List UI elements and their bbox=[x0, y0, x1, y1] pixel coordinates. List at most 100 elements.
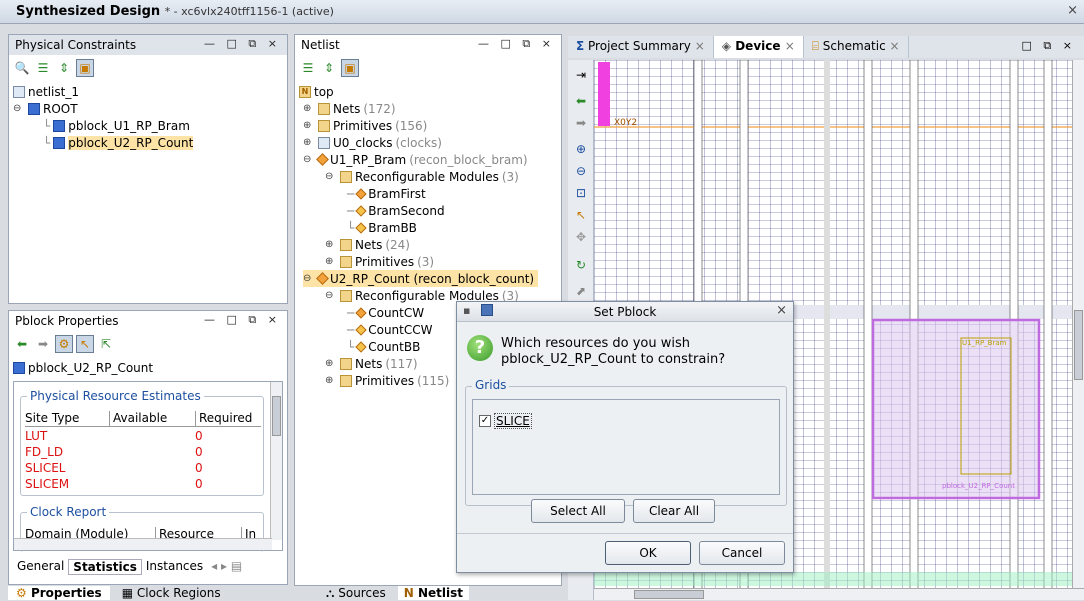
tab-sources[interactable]: ⛬ Sources bbox=[320, 586, 392, 600]
device-icon: ◈ bbox=[721, 39, 732, 53]
show-hierarchy-icon[interactable]: ▣ bbox=[76, 59, 94, 77]
zoom-fit-icon[interactable]: ⊡ bbox=[572, 184, 590, 202]
collapse-all-icon[interactable]: ☰ bbox=[34, 59, 52, 77]
tab-statistics[interactable]: Statistics bbox=[68, 559, 142, 575]
forward-icon[interactable]: ➡ bbox=[34, 335, 52, 353]
list-item[interactable]: ⊕ Primitives (156) bbox=[303, 117, 427, 134]
select-icon[interactable]: ↖ bbox=[76, 335, 94, 353]
list-item[interactable]: └ BramBB bbox=[347, 219, 417, 236]
vertical-scrollbar[interactable] bbox=[1072, 60, 1084, 588]
back-icon[interactable]: ⬅ bbox=[13, 335, 31, 353]
list-item[interactable]: ─ CountCCW bbox=[347, 321, 433, 338]
pblock-label: U1_RP_Bram bbox=[962, 339, 1007, 347]
horizontal-scrollbar[interactable] bbox=[14, 538, 272, 550]
fit-icon[interactable]: ⇥ bbox=[572, 66, 590, 84]
module-icon bbox=[355, 306, 367, 319]
grids-group: Grids ✓ SLICE bbox=[465, 378, 787, 506]
list-item[interactable]: ⊕ Nets (172) bbox=[303, 100, 396, 117]
ok-button[interactable]: OK bbox=[605, 541, 691, 565]
list-item[interactable]: ⊖ ROOT bbox=[13, 100, 78, 117]
tab-instances[interactable]: Instances bbox=[142, 559, 207, 575]
expand-all-icon[interactable]: ⇕ bbox=[320, 59, 338, 77]
expand-icon[interactable]: ⊖ bbox=[13, 103, 25, 114]
zoom-out-icon[interactable]: ⊖ bbox=[572, 162, 590, 180]
clear-all-button[interactable]: Clear All bbox=[633, 499, 715, 523]
pblock-name: pblock_U2_RP_Count bbox=[13, 359, 153, 376]
folder-icon bbox=[340, 374, 352, 387]
folder-icon bbox=[340, 289, 352, 302]
close-icon[interactable]: × bbox=[695, 39, 705, 53]
list-item[interactable]: ⊕ Primitives (3) bbox=[325, 253, 434, 270]
list-item[interactable]: ⊕ U0_clocks (clocks) bbox=[303, 134, 442, 151]
pblock-region[interactable] bbox=[871, 318, 1041, 500]
route-icon[interactable]: ⬈ bbox=[572, 282, 590, 300]
list-item[interactable]: ⊖ U1_RP_Bram (recon_block_bram) bbox=[303, 151, 528, 168]
tab-schematic[interactable]: ⌸ Schematic × bbox=[804, 36, 909, 58]
back-icon[interactable]: ⬅ bbox=[572, 92, 590, 110]
panel-header: Netlist — □ ⧉ × bbox=[295, 35, 561, 55]
collapse-all-icon[interactable]: ☰ bbox=[299, 59, 317, 77]
checkbox-icon[interactable]: ✓ bbox=[479, 414, 491, 427]
pan-icon[interactable]: ✥ bbox=[572, 228, 590, 246]
window-title: Synthesized Design * - xc6vlx240tff1156-… bbox=[16, 4, 334, 19]
export-icon[interactable]: ⇱ bbox=[97, 335, 115, 353]
horizontal-scrollbar[interactable] bbox=[594, 588, 1084, 600]
table-row: FD_LD 0 bbox=[25, 445, 203, 459]
refresh-icon[interactable]: ↻ bbox=[572, 256, 590, 274]
close-icon[interactable]: × bbox=[776, 303, 787, 318]
close-icon[interactable]: × bbox=[890, 39, 900, 53]
panel-title: Physical Constraints bbox=[15, 38, 137, 52]
table-row: SLICEM 0 bbox=[25, 477, 203, 491]
tab-project-summary[interactable]: Σ Project Summary × bbox=[568, 36, 714, 58]
section-title: Clock Report bbox=[27, 505, 110, 519]
tab-netlist[interactable]: N Netlist bbox=[397, 586, 469, 600]
panel-controls[interactable]: — □ ⧉ × bbox=[204, 313, 281, 327]
panel-controls[interactable]: — □ ⧉ × bbox=[204, 37, 281, 51]
select-all-button[interactable]: Select All bbox=[531, 499, 625, 523]
tab-general[interactable]: General bbox=[13, 559, 68, 575]
vertical-scrollbar[interactable] bbox=[270, 382, 282, 540]
table-row: SLICEL 0 bbox=[25, 461, 203, 475]
panel-controls[interactable]: — □ ⧉ × bbox=[478, 37, 555, 51]
list-item[interactable]: ⊖ U2_RP_Count (recon_block_count) bbox=[303, 270, 539, 287]
slice-checkbox[interactable]: ✓ SLICE bbox=[479, 412, 532, 429]
list-item[interactable]: ⊕ Nets (117) bbox=[325, 355, 418, 372]
list-item[interactable]: ─ BramFirst bbox=[347, 185, 426, 202]
cancel-button[interactable]: Cancel bbox=[699, 541, 785, 565]
forward-icon[interactable]: ➡ bbox=[572, 114, 590, 132]
search-icon[interactable]: 🔍 bbox=[13, 59, 31, 77]
tab-properties[interactable]: ⚙ Properties bbox=[8, 586, 110, 600]
properties-tabbar: General Statistics Instances ◂ ▸ ▤ bbox=[13, 559, 246, 575]
list-item[interactable]: netlist_1 bbox=[13, 83, 79, 100]
list-item[interactable]: └ pblock_U2_RP_Count bbox=[43, 134, 194, 151]
pblock-settings-icon[interactable]: ⚙ bbox=[55, 335, 73, 353]
folder-icon bbox=[340, 238, 352, 251]
list-item[interactable]: ─ CountCW bbox=[347, 304, 424, 321]
schematic-icon: ⌸ bbox=[811, 39, 819, 53]
list-item[interactable]: ⊕ Primitives (115) bbox=[325, 372, 449, 389]
sigma-icon: Σ bbox=[576, 39, 585, 53]
close-icon[interactable]: × bbox=[1067, 3, 1078, 18]
module-icon bbox=[355, 323, 367, 336]
column-header: Site Type bbox=[25, 411, 80, 425]
list-item[interactable]: └ CountBB bbox=[347, 338, 420, 355]
tab-scroll-icon[interactable]: ◂ ▸ ▤ bbox=[207, 559, 246, 575]
list-item[interactable]: └ pblock_U1_RP_Bram bbox=[43, 117, 190, 134]
tab-device[interactable]: ◈ Device × bbox=[713, 36, 804, 58]
dialog-question: Which resources do you wish pblock_U2_RP… bbox=[501, 336, 726, 367]
column-header: Required bbox=[195, 411, 252, 426]
list-item[interactable]: ⊖ Reconfigurable Modules (3) bbox=[325, 168, 519, 185]
tab-clock-regions[interactable]: ▦ Clock Regions bbox=[116, 586, 227, 600]
section-title: Physical Resource Estimates bbox=[27, 389, 204, 403]
list-item[interactable]: ⊕ Nets (24) bbox=[325, 236, 410, 253]
list-item[interactable]: Ntop bbox=[299, 83, 334, 100]
zoom-in-icon[interactable]: ⊕ bbox=[572, 140, 590, 158]
show-hierarchy-icon[interactable]: ▣ bbox=[341, 59, 359, 77]
list-item[interactable]: ─ BramSecond bbox=[347, 202, 445, 219]
select-icon[interactable]: ↖ bbox=[572, 206, 590, 224]
expand-all-icon[interactable]: ⇕ bbox=[55, 59, 73, 77]
workspace-controls[interactable]: □ ⧉ × bbox=[1014, 36, 1084, 58]
close-icon[interactable]: × bbox=[785, 39, 795, 53]
toolbar: 🔍 ☰ ⇕ ▣ bbox=[13, 57, 94, 79]
resource-estimates-section: Physical Resource Estimates Site Type Av… bbox=[20, 389, 264, 496]
